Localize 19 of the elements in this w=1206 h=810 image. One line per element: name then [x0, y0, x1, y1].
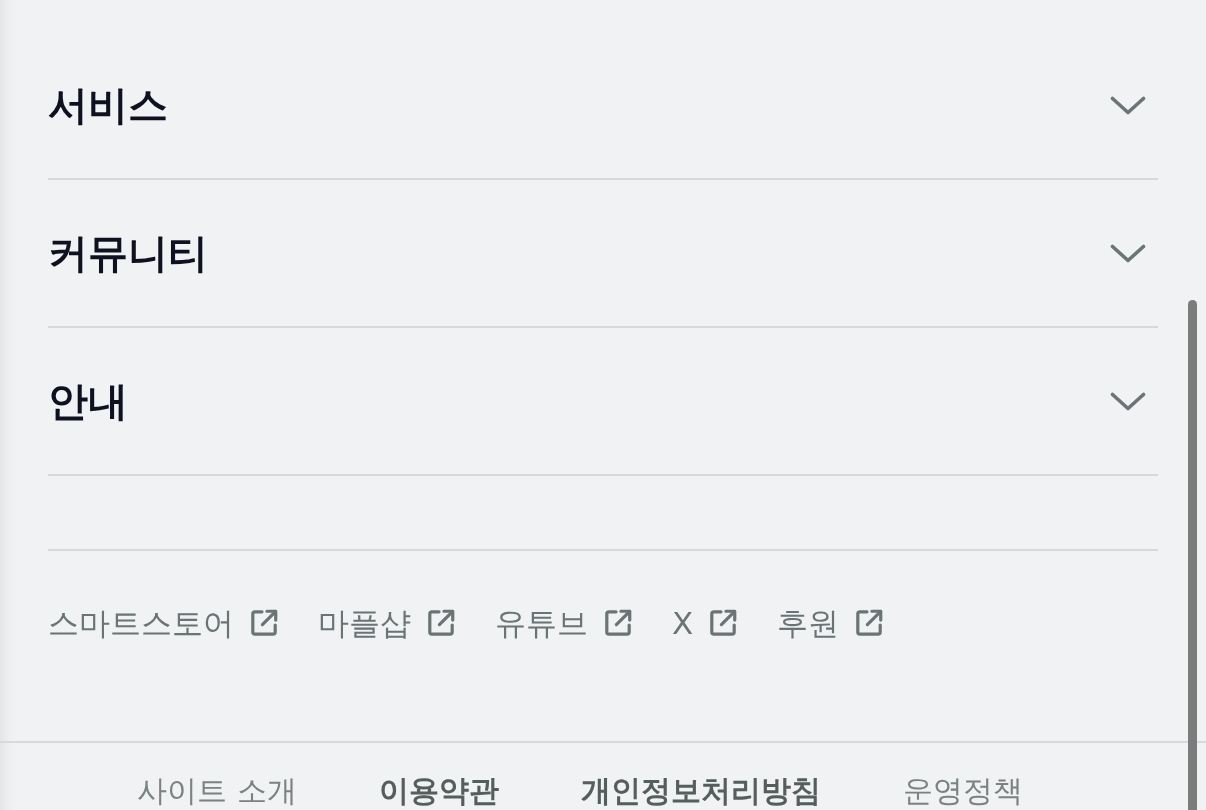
external-link[interactable]: 유튜브 [495, 603, 634, 643]
external-link[interactable]: 후원 [777, 603, 886, 643]
chevron-icon [1110, 243, 1146, 263]
chevron-icon [1110, 95, 1146, 115]
section-toggle[interactable]: 안내 [48, 328, 1158, 476]
external-link[interactable]: 스마트스토어 [48, 603, 280, 643]
footer-link[interactable]: 운영정책 [902, 775, 1023, 807]
external-link-icon [602, 607, 634, 639]
section-toggle[interactable]: 서비스 [48, 32, 1158, 180]
footer-link[interactable]: 개인정보처리방침 [580, 775, 821, 807]
external-link[interactable]: X [672, 603, 740, 643]
footer-link[interactable]: 사이트 소개 [137, 775, 297, 807]
section-toggle[interactable]: 커뮤니티 [48, 180, 1158, 328]
scrollbar-thumb[interactable] [1188, 300, 1197, 810]
external-link[interactable]: 마플샵 [318, 603, 457, 643]
external-link-icon [425, 607, 457, 639]
external-link-icon [248, 607, 280, 639]
chevron-icon [1110, 391, 1146, 411]
footer-link[interactable]: 이용약관 [378, 775, 499, 807]
